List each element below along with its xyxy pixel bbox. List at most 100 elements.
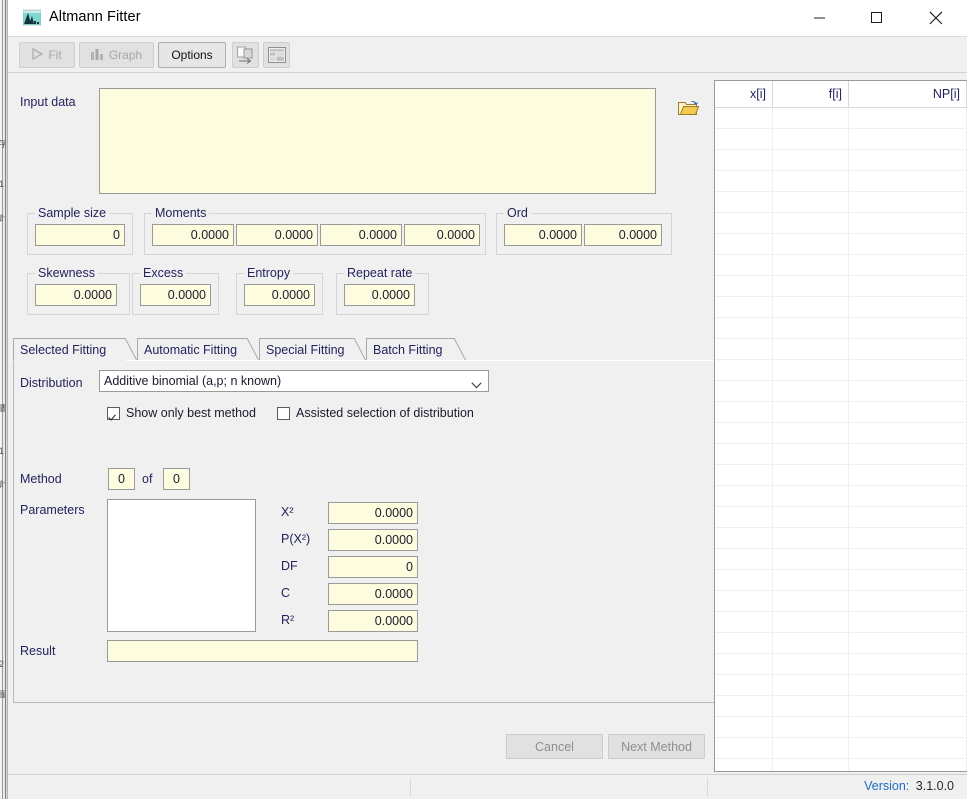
table-cell[interactable] <box>773 234 849 254</box>
table-cell[interactable] <box>849 339 967 359</box>
table-cell[interactable] <box>849 171 967 191</box>
table-cell[interactable] <box>715 129 773 149</box>
table-row[interactable] <box>715 528 967 549</box>
table-cell[interactable] <box>849 192 967 212</box>
table-cell[interactable] <box>715 444 773 464</box>
table-cell[interactable] <box>773 507 849 527</box>
moment-4-field[interactable] <box>404 224 480 246</box>
table-cell[interactable] <box>715 507 773 527</box>
table-cell[interactable] <box>849 255 967 275</box>
table-cell[interactable] <box>773 528 849 548</box>
table-cell[interactable] <box>849 108 967 128</box>
table-row[interactable] <box>715 633 967 654</box>
table-cell[interactable] <box>849 129 967 149</box>
moment-3-field[interactable] <box>320 224 402 246</box>
table-cell[interactable] <box>849 675 967 695</box>
table-cell[interactable] <box>715 192 773 212</box>
table-cell[interactable] <box>715 717 773 737</box>
minimize-icon[interactable] <box>797 0 843 36</box>
table-cell[interactable] <box>715 738 773 758</box>
table-row[interactable] <box>715 591 967 612</box>
table-cell[interactable] <box>715 528 773 548</box>
table-cell[interactable] <box>715 654 773 674</box>
table-cell[interactable] <box>773 297 849 317</box>
table-row[interactable] <box>715 276 967 297</box>
moment-1-field[interactable] <box>152 224 234 246</box>
table-row[interactable] <box>715 465 967 486</box>
table-cell[interactable] <box>849 528 967 548</box>
table-cell[interactable] <box>849 465 967 485</box>
table-cell[interactable] <box>773 108 849 128</box>
table-cell[interactable] <box>773 255 849 275</box>
table-cell[interactable] <box>773 423 849 443</box>
ord-1-field[interactable] <box>504 224 582 246</box>
tab-batch-fitting[interactable]: Batch Fitting <box>366 337 467 362</box>
table-row[interactable] <box>715 549 967 570</box>
table-cell[interactable] <box>773 444 849 464</box>
table-row[interactable] <box>715 234 967 255</box>
table-cell[interactable] <box>773 339 849 359</box>
table-row[interactable] <box>715 570 967 591</box>
table-cell[interactable] <box>715 108 773 128</box>
ord-2-field[interactable] <box>584 224 662 246</box>
table-cell[interactable] <box>849 423 967 443</box>
parameters-listbox[interactable] <box>107 499 256 632</box>
table-cell[interactable] <box>715 171 773 191</box>
table-cell[interactable] <box>715 612 773 632</box>
table-cell[interactable] <box>773 276 849 296</box>
table-row[interactable] <box>715 297 967 318</box>
table-cell[interactable] <box>773 633 849 653</box>
checkbox-assisted-selection[interactable]: Assisted selection of distribution <box>277 406 474 420</box>
table-cell[interactable] <box>715 297 773 317</box>
table-row[interactable] <box>715 339 967 360</box>
table-cell[interactable] <box>849 234 967 254</box>
sample-size-field[interactable] <box>35 224 125 246</box>
table-cell[interactable] <box>715 696 773 716</box>
table-cell[interactable] <box>715 276 773 296</box>
repeat-rate-field[interactable] <box>344 284 415 306</box>
close-icon[interactable] <box>913 0 959 36</box>
table-row[interactable] <box>715 423 967 444</box>
table-row[interactable] <box>715 255 967 276</box>
table-row[interactable] <box>715 171 967 192</box>
stat-field-chi-square[interactable] <box>328 502 418 524</box>
table-cell[interactable] <box>715 486 773 506</box>
table-cell[interactable] <box>773 150 849 170</box>
result-field[interactable] <box>107 640 418 662</box>
method-total-field[interactable] <box>163 468 190 490</box>
table-row[interactable] <box>715 381 967 402</box>
tab-automatic-fitting[interactable]: Automatic Fitting <box>137 337 260 362</box>
copy-export-icon[interactable] <box>232 42 259 68</box>
table-cell[interactable] <box>849 549 967 569</box>
table-row[interactable] <box>715 759 967 771</box>
table-cell[interactable] <box>715 360 773 380</box>
table-cell[interactable] <box>773 213 849 233</box>
table-cell[interactable] <box>849 381 967 401</box>
table-cell[interactable] <box>849 360 967 380</box>
moment-2-field[interactable] <box>236 224 318 246</box>
table-row[interactable] <box>715 654 967 675</box>
tab-special-fitting[interactable]: Special Fitting <box>259 337 367 362</box>
table-cell[interactable] <box>849 696 967 716</box>
stat-field-r-square[interactable] <box>328 610 418 632</box>
table-view-icon[interactable] <box>263 42 290 68</box>
table-cell[interactable] <box>715 234 773 254</box>
table-row[interactable] <box>715 108 967 129</box>
table-cell[interactable] <box>773 717 849 737</box>
table-cell[interactable] <box>715 570 773 590</box>
table-cell[interactable] <box>773 612 849 632</box>
table-cell[interactable] <box>773 696 849 716</box>
table-row[interactable] <box>715 507 967 528</box>
table-row[interactable] <box>715 717 967 738</box>
table-cell[interactable] <box>773 759 849 771</box>
method-index-field[interactable] <box>108 468 135 490</box>
fit-button[interactable]: Fit <box>19 42 75 68</box>
table-cell[interactable] <box>773 318 849 338</box>
table-cell[interactable] <box>849 276 967 296</box>
table-row[interactable] <box>715 612 967 633</box>
table-cell[interactable] <box>773 675 849 695</box>
table-row[interactable] <box>715 675 967 696</box>
table-cell[interactable] <box>849 297 967 317</box>
stat-field-p-chi-square[interactable] <box>328 529 418 551</box>
table-row[interactable] <box>715 402 967 423</box>
